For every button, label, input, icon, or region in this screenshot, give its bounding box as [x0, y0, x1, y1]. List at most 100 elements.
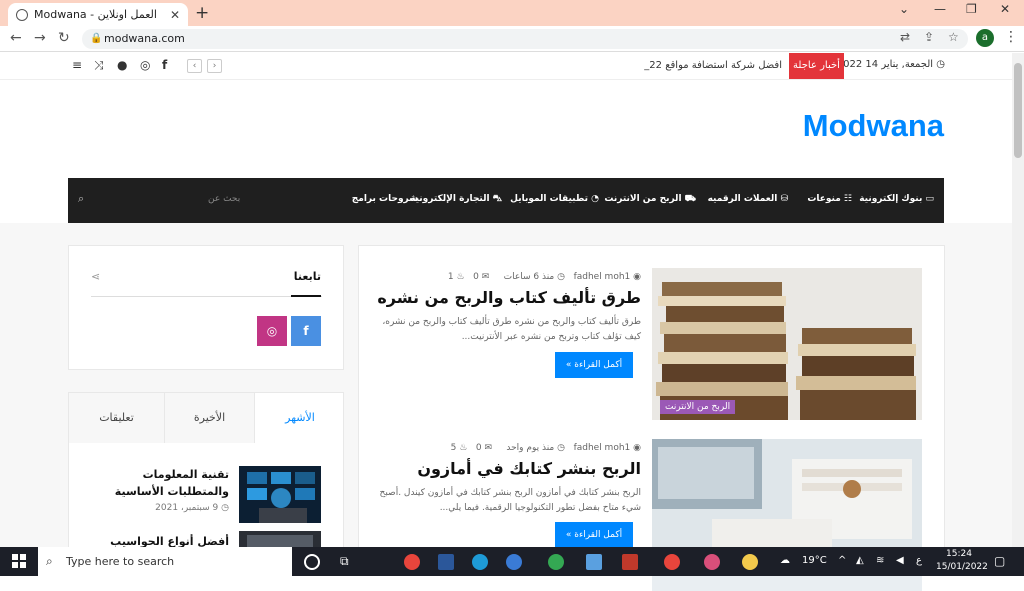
page-scrollbar[interactable]: [1012, 53, 1024, 547]
temperature-text[interactable]: 19°C: [802, 555, 827, 566]
tab-recent[interactable]: الأخيرة: [165, 393, 255, 443]
translate-icon[interactable]: ⇄: [900, 30, 910, 44]
scrollbar-thumb[interactable]: [1014, 63, 1022, 158]
breaking-news-label: أخبار عاجلة: [789, 53, 844, 79]
edge-taskbar-icon[interactable]: [472, 554, 488, 570]
search-icon: ⌕: [46, 554, 53, 568]
app-taskbar-icon[interactable]: [506, 554, 522, 570]
topbar-date: ◷ الجمعة, يناير 14 2022: [836, 59, 945, 70]
fire-icon: ♨: [459, 443, 468, 453]
tab-popular[interactable]: الأشهر: [255, 393, 343, 443]
site-topbar: ◷ الجمعة, يناير 14 2022 أخبار عاجلة افضل…: [0, 53, 1012, 80]
close-window-icon[interactable]: ✕: [1000, 2, 1010, 16]
site-logo[interactable]: Modwana: [700, 108, 944, 144]
post-meta: ◉ fadhel moh1 ◷ منذ 6 ساعات ✉ 0 ♨ 1: [447, 272, 641, 282]
cortana-icon[interactable]: [304, 554, 320, 570]
clock-time[interactable]: 15:24: [946, 549, 972, 559]
back-icon[interactable]: ←: [10, 30, 22, 46]
nav-search-input[interactable]: بحث عن: [208, 194, 240, 204]
follow-widget-title: تابعنا: [293, 270, 321, 283]
user-login-icon[interactable]: ●: [117, 58, 127, 72]
app-box-taskbar-icon[interactable]: [586, 554, 602, 570]
post-thumbnail[interactable]: الربح من الانترنت: [652, 268, 922, 420]
side-menu-icon[interactable]: ≡: [72, 58, 82, 72]
follow-widget: تابعنا ⋖ f ◎: [68, 245, 344, 370]
language-indicator[interactable]: ع: [916, 555, 922, 566]
new-tab-button[interactable]: +: [195, 3, 209, 23]
breaking-news-link[interactable]: افضل شركة استضافة مواقع 22_: [560, 60, 782, 71]
clock-icon: ◷: [936, 59, 945, 70]
notifications-icon[interactable]: ▢: [994, 554, 1005, 568]
tab-comments[interactable]: تعليقات: [69, 393, 165, 443]
nav-item-online-profit[interactable]: ⛟ الربح من الانترنت: [604, 194, 696, 205]
share-icon[interactable]: ⇪: [924, 30, 934, 44]
close-tab-icon[interactable]: ✕: [170, 8, 180, 22]
wifi-icon[interactable]: ≋: [876, 555, 884, 566]
user-icon: ◉: [633, 443, 641, 453]
main-nav: ▭ بنوك إلكترونية ☷ منوعات ⛁ العملات الرق…: [68, 178, 944, 223]
word-taskbar-icon[interactable]: [438, 554, 454, 570]
help-taskbar-icon[interactable]: [742, 554, 758, 570]
chrome-active-taskbar-icon[interactable]: [664, 554, 680, 570]
profile-avatar[interactable]: a: [976, 29, 994, 47]
clock-icon: ◷: [221, 503, 229, 513]
widget-post-thumbnail[interactable]: [239, 466, 321, 523]
widget-divider-accent: [291, 295, 321, 297]
windows-taskbar: ⌕ Type here to search ⧉ ☁ 19°C ^ ◭ ≋ ◀ ع…: [0, 547, 1024, 576]
chrome-profile-taskbar-icon[interactable]: [548, 554, 564, 570]
comments-icon: ✉: [484, 443, 493, 453]
browser-menu-icon[interactable]: ⋮: [1004, 29, 1018, 45]
forward-icon[interactable]: →: [34, 30, 46, 46]
widget-post-title[interactable]: تقنية المعلومات والمتطلبات الأساسية: [91, 466, 229, 500]
instagram-follow-button[interactable]: ◎: [257, 316, 287, 346]
comments-icon: ✉: [481, 272, 490, 282]
ticker-prev-button[interactable]: ‹: [187, 59, 202, 73]
chrome-taskbar-icon[interactable]: [404, 554, 420, 570]
tab-search-icon[interactable]: ⌄: [899, 2, 909, 16]
chrome-second-taskbar-icon[interactable]: [704, 554, 720, 570]
nav-item-crypto[interactable]: ⛁ العملات الرقميه: [708, 194, 788, 204]
url-text: modwana.com: [104, 32, 185, 45]
post-title[interactable]: طرق تأليف كتاب والربح من نشره: [377, 288, 641, 307]
address-bar[interactable]: 🔒 modwana.com: [82, 29, 968, 49]
books-image: [652, 268, 922, 420]
taskbar-search-box[interactable]: ⌕ Type here to search: [38, 547, 292, 576]
tech-image: [239, 466, 321, 523]
windows-start-icon[interactable]: [12, 554, 26, 568]
nav-item-ecommerce[interactable]: ⛍ التجارة الإلكترونية: [410, 194, 502, 205]
facebook-icon[interactable]: f: [162, 58, 167, 72]
browser-tab-title: Modwana - العمل اونلاين: [34, 8, 157, 21]
chevron-up-icon[interactable]: ^: [838, 555, 846, 566]
mcafee-taskbar-icon[interactable]: [622, 554, 638, 570]
bookmark-star-icon[interactable]: ☆: [948, 30, 959, 44]
laptop-books-image: [652, 439, 922, 559]
nav-item-software-guides[interactable]: شروحات برامج: [352, 194, 418, 204]
nav-item-e-banks[interactable]: ▭ بنوك إلكترونية: [859, 194, 934, 204]
volume-icon[interactable]: ◀: [896, 555, 904, 566]
read-more-button[interactable]: أكمل القراءة »: [555, 522, 633, 548]
post-category-badge[interactable]: الربح من الانترنت: [660, 400, 736, 414]
weather-icon[interactable]: ☁: [780, 555, 790, 566]
browser-tab-strip: Modwana - العمل اونلاين ✕ + ⌄ — ❐ ✕: [0, 0, 1024, 26]
reload-icon[interactable]: ↻: [58, 30, 70, 46]
globe-icon: [16, 8, 28, 21]
network-icon[interactable]: ◭: [856, 555, 864, 566]
nav-item-misc[interactable]: ☷ منوعات: [807, 194, 852, 204]
post-excerpt: طرق تأليف كتاب والربح من نشره طرق تأليف …: [382, 317, 641, 342]
post-excerpt: الربح بنشر كتابك في أمازون الربح بنشر كت…: [379, 488, 641, 513]
instagram-icon[interactable]: ◎: [140, 58, 150, 72]
restore-icon[interactable]: ❐: [966, 2, 977, 16]
lock-icon: 🔒: [90, 33, 103, 44]
task-view-icon[interactable]: ⧉: [340, 554, 349, 569]
clock-date[interactable]: 15/01/2022: [936, 562, 988, 572]
facebook-follow-button[interactable]: f: [291, 316, 321, 346]
minimize-icon[interactable]: —: [934, 2, 946, 16]
ticker-next-button[interactable]: ›: [207, 59, 222, 73]
post-title[interactable]: الربح بنشر كتابك في أمازون: [379, 459, 641, 478]
random-article-icon[interactable]: ⤨: [94, 58, 104, 73]
search-icon[interactable]: ⌕: [78, 192, 84, 206]
browser-tab[interactable]: Modwana - العمل اونلاين ✕: [8, 3, 188, 26]
widget-divider: [91, 296, 322, 297]
nav-item-mobile-apps[interactable]: ◔ تطبيقات الموبايل: [510, 194, 599, 204]
read-more-button[interactable]: أكمل القراءة »: [555, 352, 633, 378]
